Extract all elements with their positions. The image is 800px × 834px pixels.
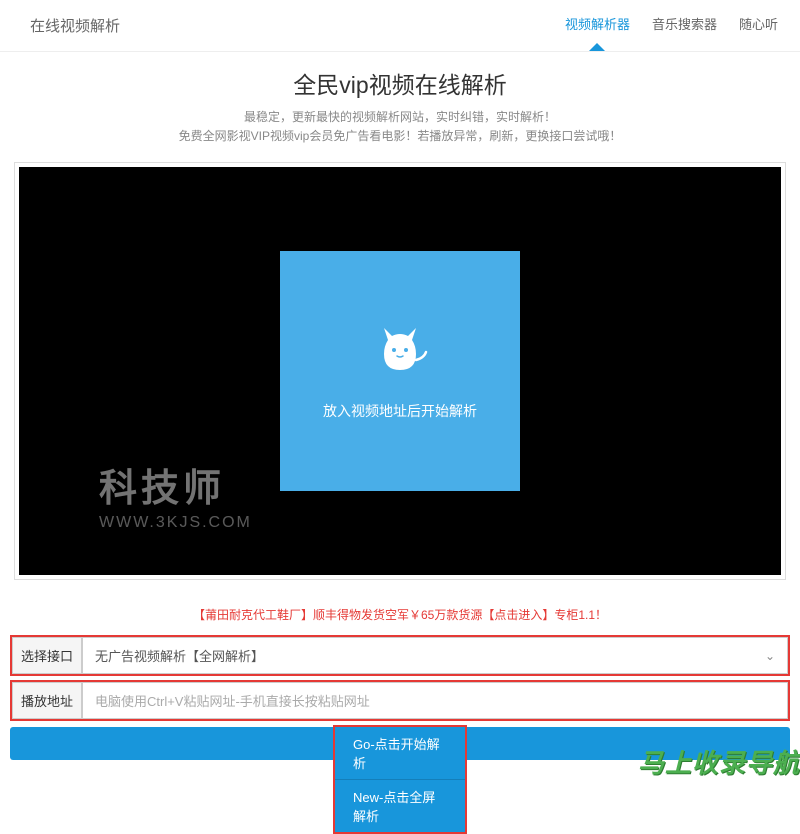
nav-item-parser[interactable]: 视频解析器 — [563, 8, 632, 43]
nav: 视频解析器 音乐搜索器 随心听 — [563, 8, 780, 43]
corner-watermark: 马上收录导航 — [638, 743, 800, 780]
chevron-down-icon: ⌄ — [765, 649, 775, 663]
subtitle-line-2: 免费全网影视VIP视频vip会员免广告看电影！若播放异常，刷新，更换接口尝试哦！ — [0, 127, 800, 146]
brand-title: 在线视频解析 — [30, 15, 120, 36]
player-placeholder: 放入视频地址后开始解析 — [280, 251, 520, 491]
player-container: 放入视频地址后开始解析 科技师 WWW.3KJS.COM — [14, 162, 786, 580]
watermark-sub: WWW.3KJS.COM — [99, 514, 252, 532]
interface-row: 选择接口 无广告视频解析【全网解析】 ⌄ — [10, 635, 790, 676]
video-player[interactable]: 放入视频地址后开始解析 科技师 WWW.3KJS.COM — [19, 167, 781, 575]
page-title: 全民vip视频在线解析 — [0, 66, 800, 100]
interface-value: 无广告视频解析【全网解析】 — [95, 646, 264, 665]
placeholder-text: 放入视频地址后开始解析 — [323, 401, 477, 421]
cat-icon — [370, 322, 430, 383]
new-button[interactable]: New-点击全屏解析 — [335, 780, 465, 832]
watermark-main: 科技师 — [99, 457, 252, 512]
go-button[interactable]: Go-点击开始解析 — [335, 727, 465, 780]
nav-item-music[interactable]: 音乐搜索器 — [650, 8, 719, 43]
promo-text[interactable]: 【莆田耐克代工鞋厂】顺丰得物发货空军￥65万款货源【点击进入】专柜1.1！ — [0, 590, 800, 631]
url-input[interactable]: 电脑使用Ctrl+V粘贴网址-手机直接长按粘贴网址 — [82, 682, 788, 719]
nav-item-listen[interactable]: 随心听 — [737, 8, 780, 43]
url-label: 播放地址 — [12, 682, 82, 719]
header: 在线视频解析 视频解析器 音乐搜索器 随心听 — [0, 0, 800, 52]
title-section: 全民vip视频在线解析 最稳定，更新最快的视频解析网站，实时纠错，实时解析！ 免… — [0, 52, 800, 152]
interface-select[interactable]: 无广告视频解析【全网解析】 ⌄ — [82, 637, 788, 674]
subtitle-line-1: 最稳定，更新最快的视频解析网站，实时纠错，实时解析！ — [0, 108, 800, 127]
url-row: 播放地址 电脑使用Ctrl+V粘贴网址-手机直接长按粘贴网址 — [10, 680, 790, 721]
center-buttons: Go-点击开始解析 New-点击全屏解析 — [333, 725, 467, 834]
watermark: 科技师 WWW.3KJS.COM — [99, 457, 252, 532]
url-placeholder: 电脑使用Ctrl+V粘贴网址-手机直接长按粘贴网址 — [95, 691, 370, 710]
interface-label: 选择接口 — [12, 637, 82, 674]
